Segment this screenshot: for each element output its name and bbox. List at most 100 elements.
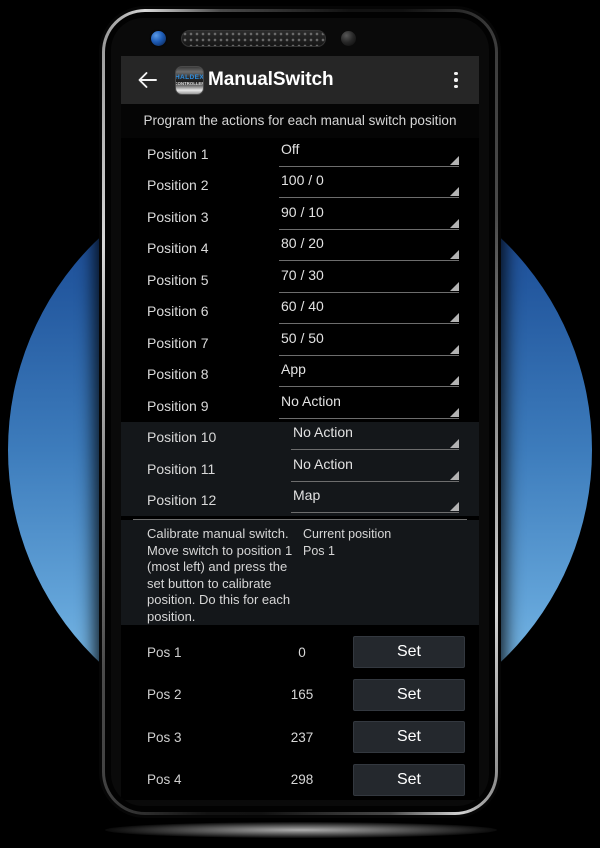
position-action-dropdown[interactable]: No Action xyxy=(279,393,459,419)
page-title: ManualSwitch xyxy=(208,69,334,90)
calibration-row: Pos 1 0 Set xyxy=(121,631,479,674)
position-row: Position 2 100 / 0 xyxy=(133,170,467,202)
calibration-pos-label: Pos 2 xyxy=(147,687,182,703)
more-vertical-icon[interactable] xyxy=(443,63,469,97)
position-label: Position 3 xyxy=(147,208,209,225)
calibration-pos-value: 237 xyxy=(290,729,314,745)
earpiece-speaker-icon xyxy=(181,30,326,47)
calibration-instructions: Calibrate manual switch. Move switch to … xyxy=(147,526,293,624)
position-label: Position 1 xyxy=(147,145,209,162)
screenshot-stage: HALDEX CONTROLLER ManualSwitch Program t… xyxy=(0,0,600,848)
menu-dot xyxy=(454,78,458,82)
dropdown-triangle-icon xyxy=(450,218,459,228)
position-action-dropdown[interactable]: 90 / 10 xyxy=(279,204,459,230)
calibration-block: Calibrate manual switch. Move switch to … xyxy=(121,520,479,625)
position-list-lower: Position 10 No Action Position 11 No Action… xyxy=(121,422,479,517)
dropdown-selected-value: 60 / 40 xyxy=(281,298,324,315)
calibration-pos-label: Pos 3 xyxy=(147,729,182,745)
set-button[interactable]: Set xyxy=(353,636,465,669)
dropdown-selected-value: App xyxy=(281,361,306,378)
position-row: Position 3 90 / 10 xyxy=(133,201,467,233)
dropdown-triangle-icon xyxy=(450,502,459,512)
position-row: Position 5 70 / 30 xyxy=(133,264,467,296)
position-list-upper: Position 1 Off Position 2 100 / 0 Position 3… xyxy=(121,138,479,422)
current-position-label: Current position xyxy=(303,527,392,541)
position-label: Position 11 xyxy=(147,460,216,477)
dropdown-triangle-icon xyxy=(450,281,459,291)
dropdown-selected-value: No Action xyxy=(293,424,353,441)
position-label: Position 12 xyxy=(147,492,217,509)
position-label: Position 9 xyxy=(147,397,209,414)
dropdown-selected-value: No Action xyxy=(281,392,341,409)
position-label: Position 7 xyxy=(147,334,209,351)
position-action-dropdown[interactable]: 70 / 30 xyxy=(279,267,459,293)
dropdown-triangle-icon xyxy=(450,187,459,197)
instruction-subtitle: Program the actions for each manual swit… xyxy=(121,104,479,138)
calibration-pos-value: 0 xyxy=(298,644,306,660)
position-action-dropdown[interactable]: Off xyxy=(279,141,459,167)
calibration-pos-label: Pos 1 xyxy=(147,644,182,660)
dropdown-triangle-icon xyxy=(450,407,459,417)
position-label: Position 6 xyxy=(147,303,209,320)
position-row: Position 6 60 / 40 xyxy=(133,296,467,328)
app-logo-icon: HALDEX CONTROLLER xyxy=(175,65,204,95)
phone-top-hardware xyxy=(111,26,489,52)
dropdown-selected-value: 100 / 0 xyxy=(281,172,324,189)
back-arrow-icon[interactable] xyxy=(131,63,165,97)
current-position-readout: Current position Pos 1 xyxy=(299,526,391,625)
dropdown-selected-value: 90 / 10 xyxy=(281,203,324,220)
phone-shadow xyxy=(105,822,497,838)
dropdown-selected-value: 50 / 50 xyxy=(281,329,324,346)
dropdown-selected-value: No Action xyxy=(293,455,353,472)
position-action-dropdown[interactable]: No Action xyxy=(291,456,459,482)
menu-dot xyxy=(454,71,458,76)
position-row: Position 12 Map xyxy=(133,485,467,517)
set-button[interactable]: Set xyxy=(353,678,465,711)
dropdown-selected-value: Map xyxy=(293,487,321,504)
position-action-dropdown[interactable]: Map xyxy=(291,487,459,514)
calibration-row-list: Pos 1 0 Set Pos 2 165 Set Pos 3 237 Set Pos 4 298 S… xyxy=(121,625,479,800)
dropdown-triangle-icon xyxy=(450,250,459,260)
logo-brand-text: HALDEX xyxy=(175,74,204,81)
calibration-pos-label: Pos 4 xyxy=(147,772,182,788)
dropdown-triangle-icon xyxy=(450,376,459,386)
front-camera-icon xyxy=(151,31,166,46)
position-list-lower-band: Position 10 No Action Position 11 No Action… xyxy=(121,421,479,517)
position-action-dropdown[interactable]: 60 / 40 xyxy=(279,298,459,325)
calibration-row: Pos 4 298 Set xyxy=(121,759,479,801)
dropdown-triangle-icon xyxy=(450,470,459,480)
position-label: Position 8 xyxy=(147,366,209,383)
set-button[interactable]: Set xyxy=(353,721,465,754)
position-action-dropdown[interactable]: 50 / 50 xyxy=(279,330,459,356)
position-action-dropdown[interactable]: App xyxy=(279,361,459,388)
position-action-dropdown[interactable]: No Action xyxy=(291,424,459,451)
phone-bezel: HALDEX CONTROLLER ManualSwitch Program t… xyxy=(111,18,489,806)
dropdown-triangle-icon xyxy=(450,439,459,449)
position-label: Position 5 xyxy=(147,271,209,288)
app-bar: HALDEX CONTROLLER ManualSwitch xyxy=(121,56,479,104)
dropdown-triangle-icon xyxy=(450,313,459,323)
menu-dot xyxy=(454,84,458,89)
dropdown-selected-value: Off xyxy=(281,140,300,157)
position-row: Position 11 No Action xyxy=(133,453,467,485)
position-row: Position 10 No Action xyxy=(133,422,467,454)
set-button[interactable]: Set xyxy=(353,763,465,796)
dropdown-selected-value: 70 / 30 xyxy=(281,266,324,283)
current-position-value: Pos 1 xyxy=(303,544,335,558)
screen-content: Program the actions for each manual swit… xyxy=(121,104,479,800)
calibration-row: Pos 3 237 Set xyxy=(121,716,479,759)
position-row: Position 4 80 / 20 xyxy=(133,233,467,265)
position-row: Position 8 App xyxy=(133,359,467,391)
position-row: Position 9 No Action xyxy=(133,390,467,422)
dropdown-triangle-icon xyxy=(450,344,459,354)
dropdown-triangle-icon xyxy=(450,155,459,165)
calibration-pos-value: 165 xyxy=(290,687,314,703)
calibration-band: Calibrate manual switch. Move switch to … xyxy=(121,520,479,625)
phone-device: HALDEX CONTROLLER ManualSwitch Program t… xyxy=(99,6,501,818)
calibration-row: Pos 2 165 Set xyxy=(121,674,479,717)
proximity-sensor-icon xyxy=(341,31,356,46)
position-label: Position 4 xyxy=(147,240,209,257)
calibration-pos-value: 298 xyxy=(290,772,314,788)
position-action-dropdown[interactable]: 100 / 0 xyxy=(279,172,459,199)
position-action-dropdown[interactable]: 80 / 20 xyxy=(279,235,459,262)
